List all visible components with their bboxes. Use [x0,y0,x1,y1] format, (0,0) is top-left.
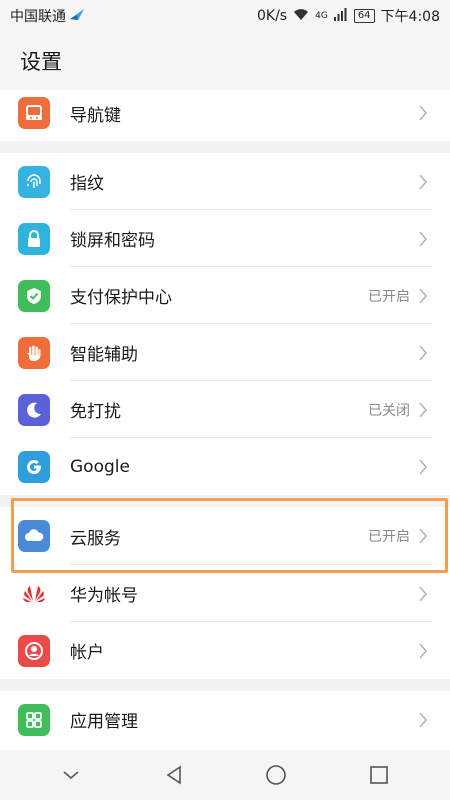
chevron-right-icon [419,105,428,121]
notification-icon [69,7,85,25]
settings-item-fingerprint[interactable]: 指纹 [0,153,450,210]
hide-navbar-button[interactable] [51,755,91,795]
page-title: 设置 [20,50,62,74]
clock: 下午4:08 [380,9,440,25]
chevron-right-icon [419,287,428,304]
settings-item-label: 云服务 [70,528,121,549]
settings-item-label: 导航键 [70,105,121,126]
settings-item-do-not-disturb[interactable]: 免打扰 已关闭 [0,381,450,438]
fingerprint-icon [18,165,50,198]
moon-icon [18,393,50,426]
settings-item-label: Google [70,456,130,477]
lock-icon [18,222,50,255]
settings-item-label: 帐户 [70,643,104,663]
settings-item-huawei-account[interactable]: 华为帐号 [0,565,450,622]
google-icon [18,450,50,483]
settings-item-label: 应用管理 [70,712,138,732]
settings-item-label: 免打扰 [70,402,121,422]
status-text: 已开启 [368,288,410,305]
chevron-right-icon [419,458,428,475]
status-text: 已关闭 [368,402,410,419]
settings-item-google[interactable]: Google [0,438,450,495]
settings-item-payment-protection[interactable]: 支付保护中心 已开启 [0,267,450,324]
network-speed: 0K/s [257,8,288,24]
chevron-right-icon [419,642,428,659]
chevron-right-icon [419,711,428,728]
settings-item-app-management[interactable]: 应用管理 [0,691,450,748]
settings-item-smart-assist[interactable]: 智能辅助 [0,324,450,381]
settings-item-label: 指纹 [70,174,104,194]
home-button[interactable] [256,755,296,795]
chevron-right-icon [419,585,428,602]
wifi-icon [293,7,309,25]
recent-apps-button[interactable] [359,755,399,795]
home-circle-icon [266,765,287,785]
chevron-right-icon [419,173,428,190]
settings-item-label: 华为帐号 [70,586,138,606]
settings-item-cloud-service[interactable]: 云服务 已开启 [0,507,450,565]
carrier: 中国联通 [10,6,85,26]
shield-icon [18,279,50,312]
status-bar: 中国联通 0K/s 4G 64 下午4:08 [0,0,450,32]
chevron-right-icon [419,230,428,247]
chevron-right-icon [419,344,428,361]
apps-grid-icon [18,703,50,736]
account-icon [18,634,50,667]
signal-icon [333,7,348,25]
network-type: 4G [315,11,328,21]
settings-item-label: 锁屏和密码 [70,231,155,251]
navigation-key-icon [18,97,50,129]
chevron-right-icon [419,528,428,544]
app-bar: 设置 [0,32,450,90]
carrier-name: 中国联通 [10,9,66,25]
battery-icon: 64 [353,9,375,23]
settings-item-accounts[interactable]: 帐户 [0,622,450,679]
back-button[interactable] [154,755,194,795]
settings-group: 导航键 [0,90,450,141]
settings-item-label: 支付保护中心 [70,288,172,308]
chevron-down-icon [63,771,79,780]
settings-item-label: 智能辅助 [70,345,138,365]
settings-item-lock-screen[interactable]: 锁屏和密码 [0,210,450,267]
recent-square-icon [369,766,388,784]
settings-group: 指纹 锁屏和密码 支付保护中心 已开启 智能辅助 免打扰 已关闭 Google [0,153,450,495]
huawei-logo-icon [18,577,50,610]
navigation-bar [0,750,450,800]
status-text: 已开启 [368,529,410,545]
settings-group: 云服务 已开启 华为帐号 帐户 [0,507,450,679]
hand-icon [18,336,50,369]
back-triangle-icon [166,765,181,785]
chevron-right-icon [419,401,428,418]
settings-group: 应用管理 [0,691,450,750]
cloud-icon [18,520,50,552]
settings-item-navigation-key[interactable]: 导航键 [0,90,450,136]
